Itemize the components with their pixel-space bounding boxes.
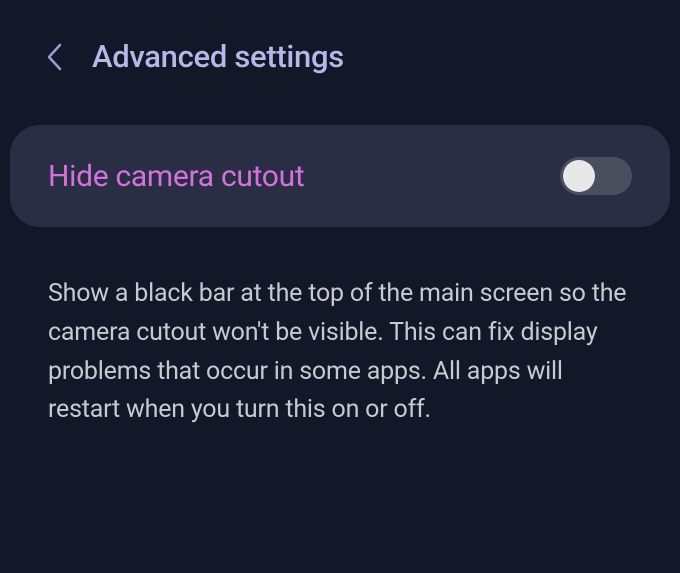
back-icon[interactable] xyxy=(40,43,68,71)
header: Advanced settings xyxy=(0,0,680,105)
setting-row-hide-camera-cutout[interactable]: Hide camera cutout xyxy=(10,125,670,227)
page-title: Advanced settings xyxy=(92,38,344,75)
setting-label: Hide camera cutout xyxy=(48,159,304,194)
toggle-hide-camera-cutout[interactable] xyxy=(560,157,632,195)
setting-description: Show a black bar at the top of the main … xyxy=(0,227,680,430)
toggle-knob xyxy=(563,160,595,192)
